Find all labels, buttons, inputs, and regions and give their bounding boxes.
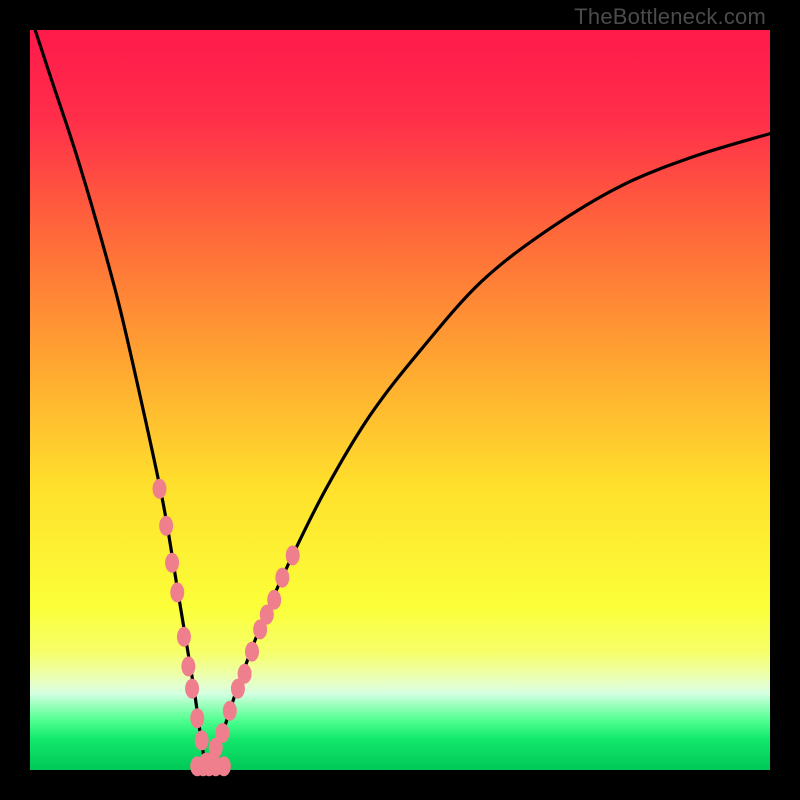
sample-marker — [177, 627, 191, 647]
sample-marker — [275, 568, 289, 588]
sample-marker — [245, 642, 259, 662]
bottleneck-curve — [35, 30, 770, 771]
sample-marker — [153, 479, 167, 499]
sample-marker — [223, 701, 237, 721]
sample-marker — [286, 545, 300, 565]
curve-layer — [30, 30, 770, 770]
sample-marker — [190, 708, 204, 728]
sample-marker — [217, 756, 231, 776]
plot-area — [30, 30, 770, 770]
sample-marker — [215, 723, 229, 743]
sample-marker — [267, 590, 281, 610]
sample-marker — [181, 656, 195, 676]
sample-marker — [159, 516, 173, 536]
sample-marker — [165, 553, 179, 573]
sample-marker — [195, 730, 209, 750]
watermark-text: TheBottleneck.com — [574, 4, 766, 30]
sample-marker — [170, 582, 184, 602]
sample-marker — [185, 679, 199, 699]
sample-markers — [153, 479, 300, 777]
outer-frame: TheBottleneck.com — [0, 0, 800, 800]
sample-marker — [238, 664, 252, 684]
